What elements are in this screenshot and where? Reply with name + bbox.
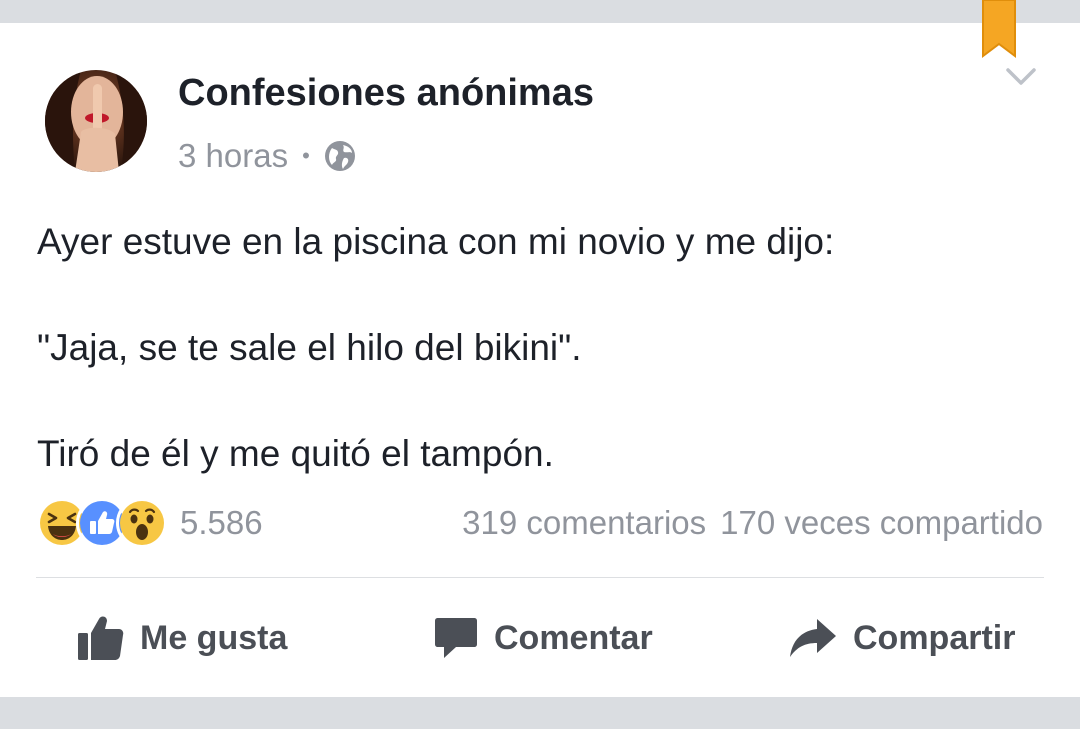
post-line: Ayer estuve en la piscina con mi novio y… (37, 221, 835, 262)
shares-count[interactable]: 170 veces compartido (720, 504, 1043, 542)
comment-label: Comentar (494, 618, 653, 657)
reactions-summary[interactable]: 5.586 (36, 497, 263, 549)
like-button[interactable]: Me gusta (76, 612, 287, 664)
post-line: Tiró de él y me quitó el tampón. (37, 433, 554, 474)
comment-bubble-icon (435, 618, 477, 658)
globe-icon (324, 141, 355, 171)
post-line: "Jaja, se te sale el hilo del bikini". (37, 327, 582, 368)
share-arrow-icon (790, 619, 836, 657)
engagement-stats: 319 comentarios 170 veces compartido (462, 500, 1043, 546)
post-timestamp[interactable]: 3 horas (178, 137, 288, 175)
avatar[interactable] (45, 70, 147, 172)
avatar-image (45, 70, 147, 172)
post-body: Ayer estuve en la piscina con mi novio y… (37, 220, 1037, 476)
wow-reaction-icon (116, 497, 168, 549)
comments-count[interactable]: 319 comentarios (462, 504, 706, 542)
like-label: Me gusta (140, 618, 288, 657)
comment-button[interactable]: Comentar (434, 612, 653, 664)
reaction-count: 5.586 (180, 504, 263, 541)
chevron-down-icon[interactable] (1006, 66, 1036, 88)
share-button[interactable]: Compartir (789, 612, 1015, 664)
divider (36, 577, 1044, 578)
post-meta: 3 horas • (178, 136, 356, 176)
bookmark-icon[interactable] (981, 0, 1017, 58)
thumbs-up-icon (78, 616, 124, 660)
share-label: Compartir (853, 618, 1016, 657)
page-name[interactable]: Confesiones anónimas (178, 72, 594, 115)
feed-gap (0, 697, 1080, 729)
meta-separator: • (302, 143, 310, 168)
